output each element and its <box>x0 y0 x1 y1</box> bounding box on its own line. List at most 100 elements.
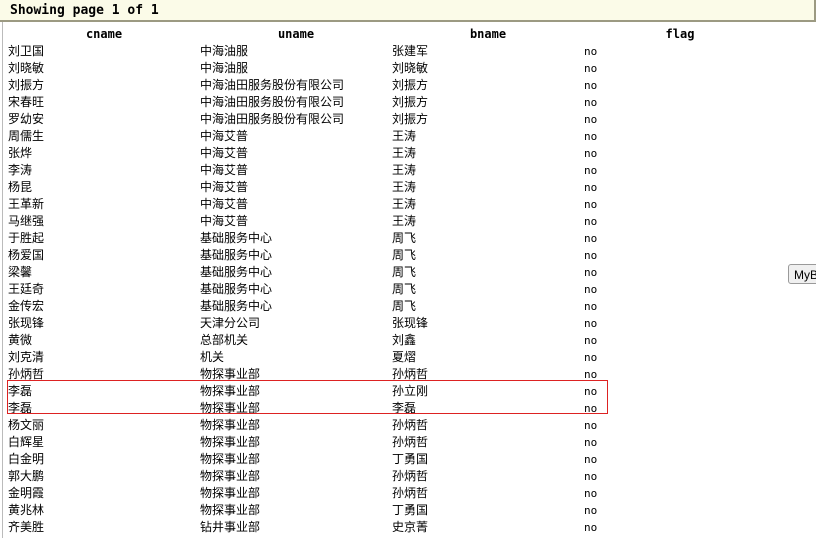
bname-cell: 史京菁 <box>392 520 429 534</box>
flag-cell: no <box>584 416 776 433</box>
table-row[interactable]: 于胜起 基础服务中心 周飞 no <box>8 229 776 246</box>
table-row[interactable]: 白金明 物探事业部 丁勇国 no <box>8 450 776 467</box>
table-row[interactable]: 刘振方 中海油田服务股份有限公司 刘振方 no <box>8 76 776 93</box>
flag-value: no <box>584 333 598 347</box>
bname-cell: 丁勇国 <box>392 452 429 466</box>
results-table: cname uname bname flag 刘卫国 中海油服 张建军 no 刘晓敏 中海… <box>8 25 776 535</box>
cname-cell: 杨爱国 <box>8 248 45 262</box>
uname-cell: 物探事业部 <box>200 384 261 398</box>
uname-cell: 中海油田服务股份有限公司 <box>200 78 345 92</box>
flag-cell: no <box>584 263 776 280</box>
flag-value: no <box>584 367 598 381</box>
bname-cell: 王涛 <box>392 214 417 228</box>
cname-cell: 李磊 <box>8 401 33 415</box>
cname-cell: 王革新 <box>8 197 45 211</box>
flag-value: no <box>584 112 598 126</box>
bname-cell: 周飞 <box>392 299 417 313</box>
table-row[interactable]: 白辉星 物探事业部 孙炳哲 no <box>8 433 776 450</box>
cname-cell: 梁馨 <box>8 265 33 279</box>
table-row[interactable]: 李涛 中海艾普 王涛 no <box>8 161 776 178</box>
table-row[interactable]: 齐美胜 钻井事业部 史京菁 no <box>8 518 776 535</box>
flag-value: no <box>584 316 598 330</box>
flag-value: no <box>584 248 598 262</box>
flag-cell: no <box>584 93 776 110</box>
flag-cell: no <box>584 42 776 59</box>
uname-cell: 物探事业部 <box>200 503 261 517</box>
cname-cell: 杨昆 <box>8 180 33 194</box>
table-row[interactable]: 刘克清 机关 夏熠 no <box>8 348 776 365</box>
flag-value: no <box>584 95 598 109</box>
table-row[interactable]: 张烨 中海艾普 王涛 no <box>8 144 776 161</box>
cname-cell: 李涛 <box>8 163 33 177</box>
bname-cell: 孙炳哲 <box>392 486 429 500</box>
table-row[interactable]: 马继强 中海艾普 王涛 no <box>8 212 776 229</box>
flag-cell: no <box>584 161 776 178</box>
column-header-cname[interactable]: cname <box>8 25 200 42</box>
table-row[interactable]: 孙炳哲 物探事业部 孙炳哲 no <box>8 365 776 382</box>
flag-cell: no <box>584 331 776 348</box>
flag-value: no <box>584 401 598 415</box>
table-row[interactable]: 王革新 中海艾普 王涛 no <box>8 195 776 212</box>
table-row[interactable]: 刘卫国 中海油服 张建军 no <box>8 42 776 59</box>
table-row[interactable]: 梁馨 基础服务中心 周飞 no <box>8 263 776 280</box>
table-row[interactable]: 李磊 物探事业部 孙立刚 no <box>8 382 776 399</box>
uname-cell: 中海艾普 <box>200 197 249 211</box>
uname-cell: 机关 <box>200 350 225 364</box>
flag-value: no <box>584 129 598 143</box>
table-row[interactable]: 黄微 总部机关 刘鑫 no <box>8 331 776 348</box>
table-row[interactable]: 李磊 物探事业部 李磊 no <box>8 399 776 416</box>
left-divider <box>2 22 3 538</box>
table-row[interactable]: 黄兆林 物探事业部 丁勇国 no <box>8 501 776 518</box>
flag-cell: no <box>584 467 776 484</box>
column-header-flag-label: flag <box>665 26 695 41</box>
column-header-bname[interactable]: bname <box>392 25 584 42</box>
flag-value: no <box>584 61 598 75</box>
table-row[interactable]: 郭大鹏 物探事业部 孙炳哲 no <box>8 467 776 484</box>
table-row[interactable]: 杨爱国 基础服务中心 周飞 no <box>8 246 776 263</box>
flag-value: no <box>584 78 598 92</box>
flag-cell: no <box>584 212 776 229</box>
cname-cell: 张现锋 <box>8 316 45 330</box>
table-row[interactable]: 王廷奇 基础服务中心 周飞 no <box>8 280 776 297</box>
page-status: Showing page 1 of 1 <box>10 3 159 18</box>
table-row[interactable]: 张现锋 天津分公司 张现锋 no <box>8 314 776 331</box>
cname-cell: 孙炳哲 <box>8 367 45 381</box>
table-body: 刘卫国 中海油服 张建军 no 刘晓敏 中海油服 刘晓敏 no 刘振方 中海油田服务股份有限公司刘… <box>8 42 776 535</box>
table-row[interactable]: 金传宏 基础服务中心 周飞 no <box>8 297 776 314</box>
bname-cell: 孙炳哲 <box>392 469 429 483</box>
table-row[interactable]: 刘晓敏 中海油服 刘晓敏 no <box>8 59 776 76</box>
column-header-uname[interactable]: uname <box>200 25 392 42</box>
flag-value: no <box>584 435 598 449</box>
flag-cell: no <box>584 518 776 535</box>
uname-cell: 中海油服 <box>200 44 249 58</box>
flag-value: no <box>584 503 598 517</box>
table-row[interactable]: 宋春旺 中海油田服务股份有限公司 刘振方 no <box>8 93 776 110</box>
flag-cell: no <box>584 195 776 212</box>
flag-value: no <box>584 299 598 313</box>
flag-cell: no <box>584 365 776 382</box>
flag-value: no <box>584 265 598 279</box>
flag-value: no <box>584 469 598 483</box>
bname-cell: 周飞 <box>392 231 417 245</box>
table-row[interactable]: 杨文丽 物探事业部 孙炳哲 no <box>8 416 776 433</box>
table-row[interactable]: 罗幼安 中海油田服务股份有限公司 刘振方 no <box>8 110 776 127</box>
table-row[interactable]: 杨昆 中海艾普 王涛 no <box>8 178 776 195</box>
column-header-flag[interactable]: flag <box>584 25 776 42</box>
table-row[interactable]: 金明霞 物探事业部 孙炳哲 no <box>8 484 776 501</box>
bname-cell: 刘振方 <box>392 95 429 109</box>
flag-cell: no <box>584 127 776 144</box>
uname-cell: 中海油田服务股份有限公司 <box>200 95 345 109</box>
side-button[interactable]: MyB <box>788 264 816 284</box>
bname-cell: 王涛 <box>392 163 417 177</box>
flag-cell: no <box>584 450 776 467</box>
bname-cell: 孙炳哲 <box>392 418 429 432</box>
uname-cell: 中海艾普 <box>200 146 249 160</box>
bname-cell: 李磊 <box>392 401 417 415</box>
cname-cell: 刘卫国 <box>8 44 45 58</box>
flag-cell: no <box>584 280 776 297</box>
uname-cell: 基础服务中心 <box>200 248 273 262</box>
table-header-row: cname uname bname flag <box>8 25 776 42</box>
bname-cell: 刘晓敏 <box>392 61 429 75</box>
flag-value: no <box>584 146 598 160</box>
table-row[interactable]: 周儒生 中海艾普 王涛 no <box>8 127 776 144</box>
